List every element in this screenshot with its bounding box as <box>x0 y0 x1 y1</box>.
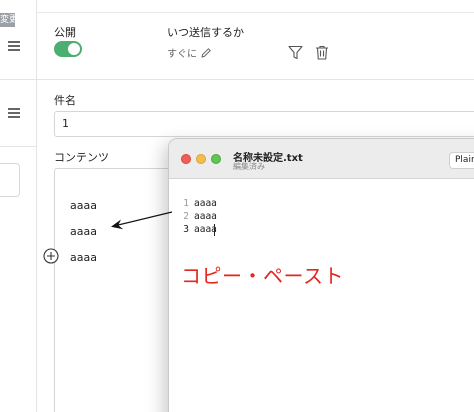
minimize-button[interactable] <box>196 154 206 164</box>
rail-divider <box>0 79 37 80</box>
content-line[interactable]: aaaa <box>70 199 97 212</box>
copy-paste-annotation: コピー・ペースト <box>181 264 344 288</box>
timing-value-text: すぐに <box>167 49 197 60</box>
change-badge[interactable]: 変更 <box>0 13 15 27</box>
timing-value[interactable]: すぐに <box>167 45 212 60</box>
text-editor-window[interactable]: 名称未設定.txt 編集済み Plain 1 aaaa 2 aaaa 3 aaa… <box>168 138 474 412</box>
content-line[interactable]: aaaa <box>70 251 97 264</box>
line-text[interactable]: aaaa <box>194 210 217 224</box>
content-label: コンテンツ <box>54 151 109 164</box>
editor-titlebar[interactable]: 名称未設定.txt 編集済み Plain <box>169 139 474 179</box>
left-rail: 変更 <box>0 0 37 412</box>
toggle-knob <box>68 43 80 55</box>
editor-line[interactable]: 2 aaaa <box>169 210 369 224</box>
editor-line[interactable]: 1 aaaa <box>169 197 369 211</box>
subject-label: 件名 <box>54 94 76 107</box>
section-divider <box>37 79 474 80</box>
document-status: 編集済み <box>233 162 265 171</box>
hamburger-icon[interactable] <box>8 108 20 118</box>
subject-input[interactable]: 1 <box>54 111 474 137</box>
close-button[interactable] <box>181 154 191 164</box>
pencil-icon[interactable] <box>200 47 212 59</box>
plus-circle-icon[interactable] <box>43 248 59 264</box>
text-caret <box>214 224 215 236</box>
line-number: 1 <box>183 198 189 209</box>
editor-line[interactable]: 3 aaaa <box>169 223 369 237</box>
rail-divider <box>0 146 37 147</box>
format-select[interactable]: Plain <box>449 152 474 169</box>
top-strip <box>37 0 474 13</box>
filter-icon[interactable] <box>288 45 303 60</box>
public-toggle[interactable] <box>54 41 82 57</box>
timing-label: いつ送信するか <box>167 26 244 39</box>
line-number: 2 <box>183 211 189 222</box>
public-label: 公開 <box>54 26 76 39</box>
trash-icon[interactable] <box>315 45 329 60</box>
line-text[interactable]: aaaa <box>194 197 217 211</box>
maximize-button[interactable] <box>211 154 221 164</box>
content-line[interactable]: aaaa <box>70 225 97 238</box>
rail-card[interactable] <box>0 163 20 197</box>
hamburger-icon[interactable] <box>8 41 20 51</box>
line-number: 3 <box>183 224 189 235</box>
